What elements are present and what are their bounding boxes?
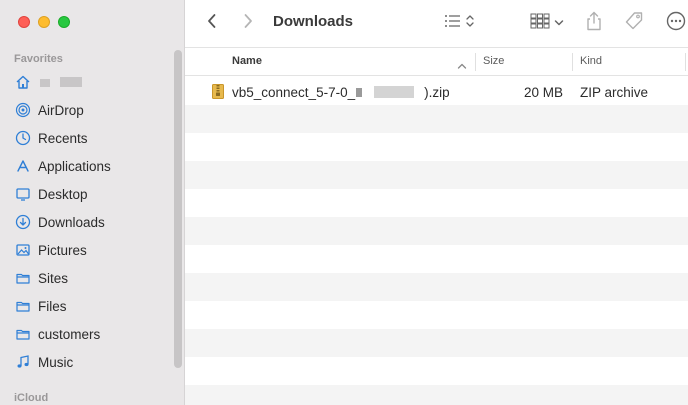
minimize-window-button[interactable] <box>38 16 50 28</box>
chevron-left-icon <box>206 13 218 34</box>
zoom-window-button[interactable] <box>58 16 70 28</box>
redacted-filename-part <box>356 88 363 97</box>
tags-button[interactable] <box>622 10 646 36</box>
empty-row <box>185 301 688 329</box>
file-size: 20 MB <box>524 85 564 100</box>
list-view-icon <box>444 14 462 33</box>
music-icon <box>14 353 32 371</box>
sidebar-item-label: customers <box>38 326 101 342</box>
empty-row <box>185 329 688 357</box>
window-title: Downloads <box>273 13 354 30</box>
file-row[interactable]: vb5_connect_5-7-0_).zip 20 MB ZIP archiv… <box>185 77 688 105</box>
chevron-right-icon <box>242 13 254 34</box>
desktop-icon <box>14 185 32 203</box>
finder-window: Favorites AirDrop Recents Applications D… <box>0 0 688 405</box>
sidebar-item-airdrop[interactable]: AirDrop <box>14 98 174 122</box>
share-button[interactable] <box>583 10 605 36</box>
sidebar-item-sites[interactable]: Sites <box>14 266 174 290</box>
empty-row <box>185 161 688 189</box>
view-options-button[interactable] <box>441 10 477 36</box>
file-name: vb5_connect_5-7-0_).zip <box>232 85 450 100</box>
sidebar-item-label: Recents <box>38 130 88 146</box>
more-actions-button[interactable] <box>664 10 688 36</box>
column-header-bar: Name Size Kind <box>185 48 688 76</box>
sidebar: Favorites AirDrop Recents Applications D… <box>0 0 185 405</box>
sidebar-item-home[interactable] <box>14 70 174 94</box>
tag-icon <box>624 11 644 36</box>
sidebar-item-label: Desktop <box>38 186 88 202</box>
empty-row <box>185 357 688 385</box>
sidebar-item-pictures[interactable]: Pictures <box>14 238 174 262</box>
sidebar-item-desktop[interactable]: Desktop <box>14 182 174 206</box>
sidebar-item-label: Pictures <box>38 242 87 258</box>
chevron-down-icon <box>554 14 564 32</box>
ellipsis-circle-icon <box>666 11 686 36</box>
sidebar-item-label: Files <box>38 298 67 314</box>
sidebar-item-files[interactable]: Files <box>14 294 174 318</box>
column-header-size[interactable]: Size <box>483 55 504 67</box>
empty-row <box>185 105 688 133</box>
home-icon <box>14 73 32 91</box>
sidebar-item-music[interactable]: Music <box>14 350 174 374</box>
clock-icon <box>14 129 32 147</box>
empty-row <box>185 217 688 245</box>
sidebar-item-label <box>38 75 82 90</box>
column-divider[interactable] <box>572 53 573 71</box>
redacted-filename-part <box>374 86 415 98</box>
favorites-section-label: Favorites <box>14 53 63 65</box>
sidebar-scrollbar[interactable] <box>174 50 182 368</box>
close-window-button[interactable] <box>18 16 30 28</box>
column-divider[interactable] <box>475 53 476 71</box>
sidebar-item-recents[interactable]: Recents <box>14 126 174 150</box>
column-header-name[interactable]: Name <box>232 55 262 67</box>
forward-button[interactable] <box>237 10 259 36</box>
empty-row <box>185 133 688 161</box>
file-kind: ZIP archive <box>580 85 649 100</box>
pictures-icon <box>14 241 32 259</box>
grid-icon <box>530 13 550 34</box>
sidebar-item-label: Music <box>38 354 74 370</box>
sidebar-item-customers[interactable]: customers <box>14 322 174 346</box>
airdrop-icon <box>14 101 32 119</box>
redacted-username <box>59 76 82 87</box>
file-list: vb5_connect_5-7-0_).zip 20 MB ZIP archiv… <box>185 77 688 405</box>
applications-icon <box>14 157 32 175</box>
toolbar: Downloads <box>185 0 688 48</box>
sidebar-item-label: Applications <box>38 158 111 174</box>
sidebar-item-label: AirDrop <box>38 102 84 118</box>
share-icon <box>586 11 602 36</box>
redacted-username <box>40 78 50 87</box>
sort-ascending-icon <box>457 57 467 75</box>
sidebar-item-label: Downloads <box>38 214 105 230</box>
icloud-section-label: iCloud <box>14 392 49 404</box>
folder-icon <box>14 269 32 287</box>
empty-row <box>185 273 688 301</box>
download-icon <box>14 213 32 231</box>
folder-icon <box>14 325 32 343</box>
sort-arrows-icon <box>466 14 474 33</box>
folder-icon <box>14 297 32 315</box>
empty-row <box>185 245 688 273</box>
empty-row <box>185 189 688 217</box>
zip-archive-icon <box>212 84 224 104</box>
sidebar-item-label: Sites <box>38 270 69 286</box>
column-header-kind[interactable]: Kind <box>580 55 602 67</box>
sidebar-item-applications[interactable]: Applications <box>14 154 174 178</box>
group-by-button[interactable] <box>527 10 567 36</box>
back-button[interactable] <box>201 10 223 36</box>
empty-row <box>185 385 688 405</box>
column-divider[interactable] <box>685 53 686 71</box>
sidebar-item-downloads[interactable]: Downloads <box>14 210 174 234</box>
